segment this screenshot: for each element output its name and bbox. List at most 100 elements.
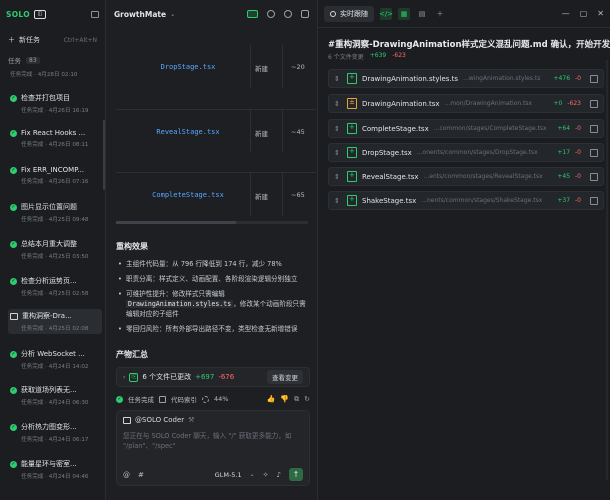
sidebar-toggle-icon[interactable] xyxy=(91,10,99,18)
file-name: ShakeStage.tsx xyxy=(362,196,417,205)
chat-input[interactable]: 您正在与 SOLO Coder 聊天，输入 "/" 获取更多能力，如 "/pla… xyxy=(117,429,309,453)
file-minus: -0 xyxy=(575,75,581,82)
view-changes-button[interactable]: 查看变更 xyxy=(267,370,303,384)
app-logo-badge-icon: ◫ xyxy=(33,9,46,19)
check-circle-icon: ✓ xyxy=(10,350,17,358)
plus-icon: ＋ xyxy=(8,36,15,44)
copy-icon[interactable] xyxy=(590,148,598,157)
new-task-label: 新任务 xyxy=(19,36,40,44)
chat-header: GrowthMate ⌄ xyxy=(106,0,317,28)
task-item[interactable]: ✓ 分析 WebSocket ... 任务完成 · 4月24日 14:02 xyxy=(10,349,100,370)
copy-icon[interactable] xyxy=(590,124,598,133)
thumbs-up-icon[interactable]: 👍 xyxy=(267,395,276,404)
close-icon[interactable]: ✕ xyxy=(597,9,604,18)
file-path: ...nents/common/stages/ShakeStage.tsx xyxy=(421,197,543,204)
thumbs-down-icon[interactable]: 👎 xyxy=(280,395,289,404)
task-item[interactable]: ✓ 检查并打包项目 任务完成 · 4月26日 16:19 xyxy=(10,93,100,114)
copy-icon[interactable] xyxy=(590,74,598,83)
expand-icon[interactable]: ⇕ xyxy=(334,149,342,157)
task-item[interactable]: ✓ Fix React Hooks ... 任务完成 · 4月26日 08:11 xyxy=(10,129,100,148)
task-item[interactable]: ✓ 图片显示位置问题 任务完成 · 4月25日 09:48 xyxy=(10,202,100,223)
bullet-item: 主组件代码量：从 796 行降低到 174 行，减少 78% xyxy=(118,259,308,269)
file-path: ...wingAnimation.styles.ts xyxy=(463,75,541,82)
file-minus: -0 xyxy=(575,197,581,204)
table-cell-lines: ~45 xyxy=(291,128,305,136)
task-item[interactable]: ✓ 检查分析运势页... 任务完成 · 4月25日 02:58 xyxy=(10,276,100,297)
minimize-icon[interactable]: — xyxy=(562,9,570,18)
settings-icon[interactable] xyxy=(284,10,292,18)
progress-ring-icon xyxy=(202,395,209,403)
changes-card[interactable]: › ⎘ 6 个文件已更改 +697 -676 查看变更 xyxy=(116,367,310,387)
status-pct: 44% xyxy=(214,395,229,403)
chevron-down-icon[interactable]: ⌄ xyxy=(250,471,255,478)
task-item[interactable]: ✓ Fix ERR_INCOMP... 任务完成 · 4月26日 07:16 xyxy=(10,166,100,185)
file-change-row[interactable]: ⇕ RevealStage.tsx ...ents/common/stages/… xyxy=(328,167,604,186)
at-mention-icon[interactable]: @ xyxy=(123,471,130,479)
task-item-active[interactable]: 重构洞察-Dra... 任务完成 · 4月25日 02:08 xyxy=(8,309,102,334)
task-meta: 任务完成 · 4月24日 04:46 xyxy=(21,474,89,480)
file-change-row[interactable]: ⇕ DropStage.tsx ...onents/common/stages/… xyxy=(328,143,604,162)
git-branch-icon[interactable] xyxy=(247,10,258,18)
task-item[interactable]: ✓ 分析热力图变形... 任务完成 · 4月24日 06:17 xyxy=(10,422,100,443)
expand-icon[interactable]: ⇕ xyxy=(334,75,342,83)
changes-scrollbar[interactable] xyxy=(606,60,608,480)
chat-input-box[interactable]: @SOLO Coder ⚒ 您正在与 SOLO Coder 聊天，输入 "/" … xyxy=(116,410,310,486)
chevron-right-icon[interactable]: › xyxy=(123,374,125,381)
task-item[interactable]: ✓ 获取道场列表无... 任务完成 · 4月24日 06:30 xyxy=(10,385,100,406)
sparkle-icon[interactable]: ✧ xyxy=(263,471,269,479)
changes-text: 6 个文件已更改 xyxy=(142,373,192,381)
panel-layout-icon[interactable] xyxy=(301,10,309,18)
check-circle-icon: ✓ xyxy=(10,277,17,285)
file-change-row[interactable]: ⇕ DrawingAnimation.styles.ts ...wingAnim… xyxy=(328,69,604,88)
task-title: 重构洞察-Dra... xyxy=(22,312,72,320)
grid-icon[interactable]: ▦ xyxy=(398,7,410,20)
task-title: 分析 WebSocket ... xyxy=(21,350,85,358)
file-change-row[interactable]: ⇕ DrawingAnimation.tsx ...mon/DrawingAni… xyxy=(328,94,604,113)
refresh-icon[interactable]: ↻ xyxy=(304,395,310,404)
sidebar-scrollbar[interactable] xyxy=(103,120,105,190)
tab-live-follow[interactable]: 实时跟随 xyxy=(324,5,374,22)
expand-icon[interactable]: ⇕ xyxy=(334,173,342,181)
changes-panel-header: 实时跟随 </> ▦ ▤ ＋ — ▢ ✕ xyxy=(318,0,610,28)
expand-icon[interactable]: ⇕ xyxy=(334,197,342,205)
send-button[interactable]: ↑ xyxy=(289,468,303,481)
status-index[interactable]: 代码索引 xyxy=(171,394,197,404)
tools-icon: ⚒ xyxy=(188,416,195,424)
task-title: Fix React Hooks ... xyxy=(21,129,86,137)
table-horizontal-scrollbar[interactable] xyxy=(116,221,308,224)
file-modified-icon xyxy=(347,98,357,109)
comment-icon[interactable] xyxy=(267,10,275,18)
maximize-icon[interactable]: ▢ xyxy=(580,9,588,18)
task-item[interactable]: ✓ 总结本月重大调整 任务完成 · 4月25日 03:50 xyxy=(10,239,100,260)
chat-icon xyxy=(123,416,131,424)
copy-icon[interactable] xyxy=(590,99,598,108)
model-selector[interactable]: GLM-5.1 xyxy=(215,471,242,479)
agent-mention: @SOLO Coder xyxy=(135,416,185,424)
expand-icon[interactable]: ⇕ xyxy=(334,100,342,108)
table-cell-file: RevealStage.tsx xyxy=(156,128,220,136)
code-icon[interactable]: </> xyxy=(379,7,393,20)
app-logo: SOLO xyxy=(6,9,30,19)
check-circle-icon: ✓ xyxy=(10,203,17,211)
new-task-button[interactable]: ＋ 新任务 Ctrl+Alt+N xyxy=(0,32,105,48)
task-title: 分析热力图变形... xyxy=(21,423,77,431)
sidebar: SOLO ◫ ＋ 新任务 Ctrl+Alt+N 任务 83 任务完成 · 4月2… xyxy=(0,0,106,500)
file-change-row[interactable]: ⇕ ShakeStage.tsx ...nents/common/stages/… xyxy=(328,191,604,210)
copy-icon[interactable] xyxy=(590,172,598,181)
copy-icon[interactable]: ⧉ xyxy=(294,395,299,404)
file-change-row[interactable]: ⇕ CompleteStage.tsx ...common/stages/Com… xyxy=(328,119,604,138)
document-icon[interactable]: ▤ xyxy=(416,8,428,20)
microphone-icon[interactable]: ♪ xyxy=(277,471,281,479)
task-title: 总结本月重大调整 xyxy=(21,240,77,248)
add-tab-icon[interactable]: ＋ xyxy=(434,8,446,20)
file-minus: -0 xyxy=(575,149,581,156)
code-index-icon xyxy=(159,395,166,403)
hash-icon[interactable]: # xyxy=(138,471,144,479)
copy-icon[interactable] xyxy=(590,196,598,205)
task-title: 图片显示位置问题 xyxy=(21,203,77,211)
task-item[interactable]: ✓ 能量星环与密室... 任务完成 · 4月24日 04:46 xyxy=(10,459,100,480)
expand-icon[interactable]: ⇕ xyxy=(334,125,342,133)
chevron-down-icon[interactable]: ⌄ xyxy=(170,11,175,18)
table-cell-action: 新建 xyxy=(255,193,268,201)
project-name[interactable]: GrowthMate xyxy=(114,10,166,19)
